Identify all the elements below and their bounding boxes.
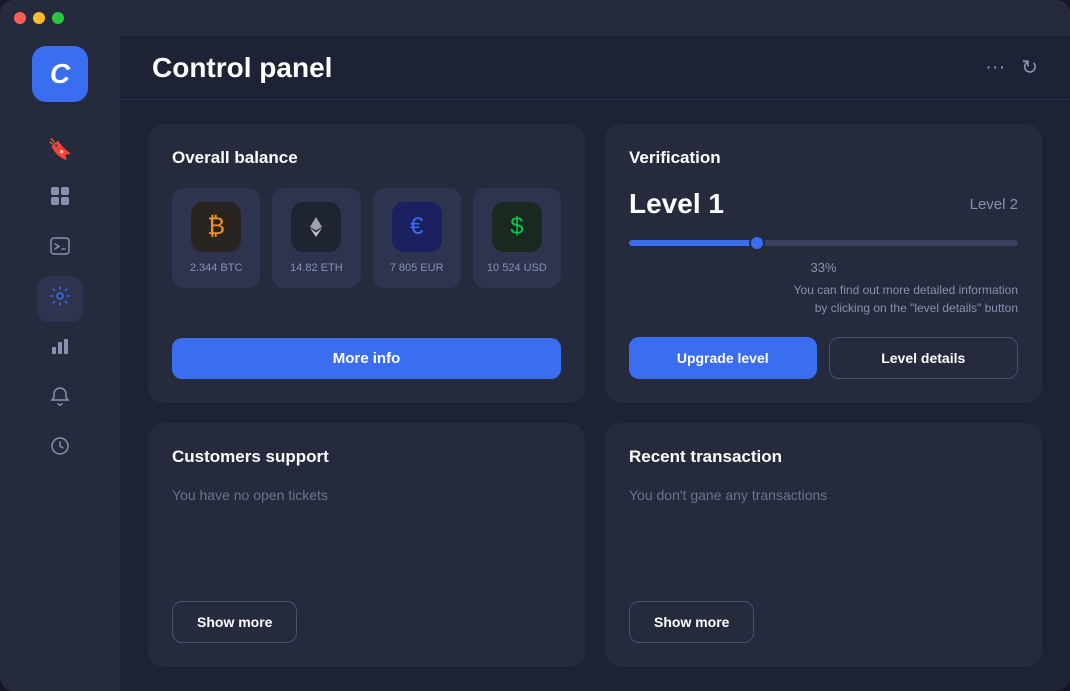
refresh-icon[interactable]: ↻ bbox=[1021, 55, 1038, 80]
bell-icon bbox=[49, 385, 71, 413]
next-level-label: Level 2 bbox=[970, 196, 1018, 213]
page-title: Control panel bbox=[152, 52, 332, 84]
more-options-icon[interactable]: ··· bbox=[985, 56, 1005, 79]
maximize-dot[interactable] bbox=[52, 12, 64, 24]
sidebar: C 🔖 bbox=[0, 36, 120, 691]
top-bar: Control panel ··· ↻ bbox=[120, 36, 1070, 100]
crypto-item-btc: ₿ 2.344 BTC bbox=[172, 188, 260, 288]
top-bar-actions: ··· ↻ bbox=[985, 55, 1038, 80]
settings-icon bbox=[49, 285, 71, 313]
balance-card: Overall balance ₿ 2.344 BTC bbox=[148, 124, 585, 403]
logo[interactable]: C bbox=[32, 46, 88, 102]
usd-amount: 10 524 USD bbox=[487, 262, 547, 274]
verif-buttons: Upgrade level Level details bbox=[629, 337, 1018, 379]
crypto-item-usd: $ 10 524 USD bbox=[473, 188, 561, 288]
sidebar-item-dashboard[interactable] bbox=[37, 176, 83, 222]
history-icon bbox=[49, 435, 71, 463]
support-card-title: Customers support bbox=[172, 447, 561, 467]
titlebar bbox=[0, 0, 1070, 36]
usd-icon: $ bbox=[492, 202, 542, 252]
minimize-dot[interactable] bbox=[33, 12, 45, 24]
support-card: Customers support You have no open ticke… bbox=[148, 423, 585, 667]
verif-level-header: Level 1 Level 2 bbox=[629, 188, 1018, 220]
more-info-button[interactable]: More info bbox=[172, 338, 561, 379]
progress-percent: 33% bbox=[629, 260, 1018, 275]
transaction-show-more-button[interactable]: Show more bbox=[629, 601, 754, 643]
terminal-icon bbox=[49, 235, 71, 263]
sidebar-item-notifications[interactable] bbox=[37, 376, 83, 422]
eth-amount: 14.82 ETH bbox=[290, 262, 343, 274]
main-content: Control panel ··· ↻ Overall balance ₿ 2.… bbox=[120, 36, 1070, 691]
app-body: C 🔖 bbox=[0, 36, 1070, 691]
verification-card: Verification Level 1 Level 2 33% You can… bbox=[605, 124, 1042, 403]
crypto-item-eth: 14.82 ETH bbox=[272, 188, 360, 288]
balance-card-title: Overall balance bbox=[172, 148, 561, 168]
transaction-card: Recent transaction You don't gane any tr… bbox=[605, 423, 1042, 667]
sidebar-item-bookmark[interactable]: 🔖 bbox=[37, 126, 83, 172]
verif-description: You can find out more detailed informati… bbox=[629, 281, 1018, 317]
progress-fill bbox=[629, 240, 757, 246]
progress-container bbox=[629, 240, 1018, 254]
eur-icon: € bbox=[392, 202, 442, 252]
transaction-card-title: Recent transaction bbox=[629, 447, 1018, 467]
progress-track bbox=[629, 240, 1018, 246]
sidebar-item-settings[interactable] bbox=[37, 276, 83, 322]
eur-amount: 7 805 EUR bbox=[390, 262, 444, 274]
app-window: C 🔖 bbox=[0, 0, 1070, 691]
close-dot[interactable] bbox=[14, 12, 26, 24]
btc-icon: ₿ bbox=[191, 202, 241, 252]
btc-amount: 2.344 BTC bbox=[190, 262, 243, 274]
crypto-item-eur: € 7 805 EUR bbox=[373, 188, 461, 288]
support-empty-text: You have no open tickets bbox=[172, 487, 561, 601]
logo-letter: C bbox=[50, 58, 70, 90]
bookmark-icon: 🔖 bbox=[48, 137, 73, 162]
verification-card-title: Verification bbox=[629, 148, 1018, 168]
upgrade-level-button[interactable]: Upgrade level bbox=[629, 337, 817, 379]
current-level-label: Level 1 bbox=[629, 188, 724, 220]
progress-thumb bbox=[749, 235, 765, 251]
transaction-empty-text: You don't gane any transactions bbox=[629, 487, 1018, 601]
eth-icon bbox=[291, 202, 341, 252]
dashboard-icon bbox=[49, 185, 71, 213]
sidebar-item-chart[interactable] bbox=[37, 326, 83, 372]
chart-icon bbox=[49, 335, 71, 363]
level-details-button[interactable]: Level details bbox=[829, 337, 1019, 379]
sidebar-item-history[interactable] bbox=[37, 426, 83, 472]
support-show-more-button[interactable]: Show more bbox=[172, 601, 297, 643]
sidebar-item-terminal[interactable] bbox=[37, 226, 83, 272]
dashboard-grid: Overall balance ₿ 2.344 BTC bbox=[120, 100, 1070, 691]
crypto-grid: ₿ 2.344 BTC 14.82 ETH bbox=[172, 188, 561, 288]
